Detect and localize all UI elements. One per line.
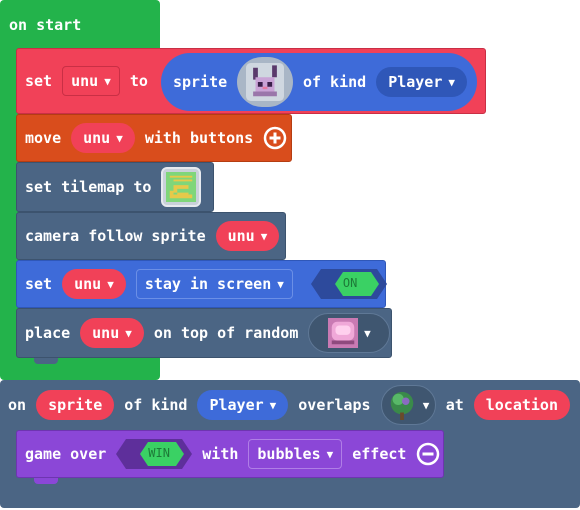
camera-follow-label: camera follow sprite (25, 227, 206, 245)
maze-tilemap-icon[interactable] (161, 167, 202, 207)
chevron-down-icon: ▼ (125, 326, 132, 340)
chevron-down-icon: ▼ (104, 74, 111, 88)
chevron-down-icon: ▼ (448, 75, 455, 89)
move-with-buttons-block[interactable]: move unu ▼ with buttons (16, 114, 292, 162)
toggle-label: WIN (148, 446, 170, 460)
chevron-down-icon: ▼ (107, 277, 114, 291)
plus-circle-icon[interactable] (263, 126, 287, 150)
chevron-down-icon: ▼ (364, 326, 371, 340)
game-over-block[interactable]: game over WIN with bubbles ▼ effect (16, 430, 444, 478)
toggle-label: ON (342, 276, 358, 290)
of-kind-label: of kind (124, 396, 188, 414)
minus-circle-icon[interactable] (416, 442, 440, 466)
variable-name: unu (227, 227, 255, 245)
on-start-label: on start (9, 16, 82, 34)
tree-tile-icon[interactable]: ▼ (380, 385, 436, 425)
with-label: with (202, 445, 239, 463)
camera-follow-block[interactable]: camera follow sprite unu ▼ (16, 212, 286, 260)
to-label: to (129, 72, 148, 90)
flag-dropdown[interactable]: stay in screen ▼ (135, 269, 293, 299)
with-buttons-label: with buttons (144, 129, 254, 147)
on-top-of-random-label: on top of random (153, 324, 299, 342)
chevron-down-icon: ▼ (116, 131, 123, 145)
variable-dropdown[interactable]: unu ▼ (62, 269, 126, 299)
set-tilemap-block[interactable]: set tilemap to (16, 162, 214, 212)
on-off-toggle[interactable]: ON (310, 269, 387, 299)
set-label: set (25, 72, 53, 90)
place-on-tile-block[interactable]: place unu ▼ on top of random ▼ (16, 308, 392, 358)
variable-name: unu (71, 72, 99, 90)
bunny-sprite-icon[interactable] (237, 57, 293, 107)
sprite-label: sprite (48, 396, 103, 414)
sprite-dropdown[interactable]: sprite (36, 390, 115, 420)
sprite-label: sprite (173, 73, 228, 91)
kind-dropdown[interactable]: Player ▼ (376, 67, 467, 97)
effect-value: bubbles (257, 445, 321, 463)
flag-value: stay in screen (144, 275, 272, 293)
chevron-down-icon: ▼ (269, 398, 277, 412)
kind-value: Player (388, 73, 443, 91)
block-notch (34, 478, 58, 484)
chevron-down-icon: ▼ (326, 447, 334, 461)
chevron-down-icon: ▼ (277, 277, 284, 291)
kind-value: Player (209, 396, 264, 414)
location-variable[interactable]: location (473, 390, 570, 420)
effect-label: effect (352, 445, 407, 463)
variable-dropdown[interactable]: unu ▼ (62, 66, 120, 96)
variable-dropdown[interactable]: unu ▼ (80, 318, 144, 348)
move-label: move (25, 129, 62, 147)
on-label: on (8, 396, 27, 414)
place-label: place (25, 324, 71, 342)
overlap-header: on sprite of kind Player ▼ overlaps ▼ at… (0, 380, 580, 430)
sprite-create-block[interactable]: sprite of kind Player ▼ (161, 53, 477, 111)
set-sprite-block[interactable]: set unu ▼ to sprite of kind Player ▼ (16, 48, 486, 114)
location-label: location (485, 396, 558, 414)
set-label: set (25, 275, 53, 293)
variable-name: unu (92, 324, 120, 342)
variable-name: unu (83, 129, 111, 147)
set-flag-block[interactable]: set unu ▼ stay in screen ▼ ON (16, 260, 387, 308)
variable-dropdown[interactable]: unu ▼ (215, 221, 280, 251)
at-label: at (445, 396, 464, 414)
kind-dropdown[interactable]: Player ▼ (197, 390, 289, 420)
pink-tile-icon[interactable]: ▼ (308, 313, 391, 353)
effect-dropdown[interactable]: bubbles ▼ (248, 439, 343, 469)
chevron-down-icon: ▼ (260, 229, 268, 243)
of-kind-label: of kind (302, 73, 367, 91)
overlaps-label: overlaps (298, 396, 371, 414)
block-notch (34, 358, 58, 364)
game-over-label: game over (25, 445, 107, 463)
variable-dropdown[interactable]: unu ▼ (71, 123, 135, 153)
set-tilemap-label: set tilemap to (25, 178, 152, 196)
variable-name: unu (74, 275, 102, 293)
win-lose-toggle[interactable]: WIN (116, 439, 193, 469)
chevron-down-icon: ▼ (422, 398, 430, 412)
